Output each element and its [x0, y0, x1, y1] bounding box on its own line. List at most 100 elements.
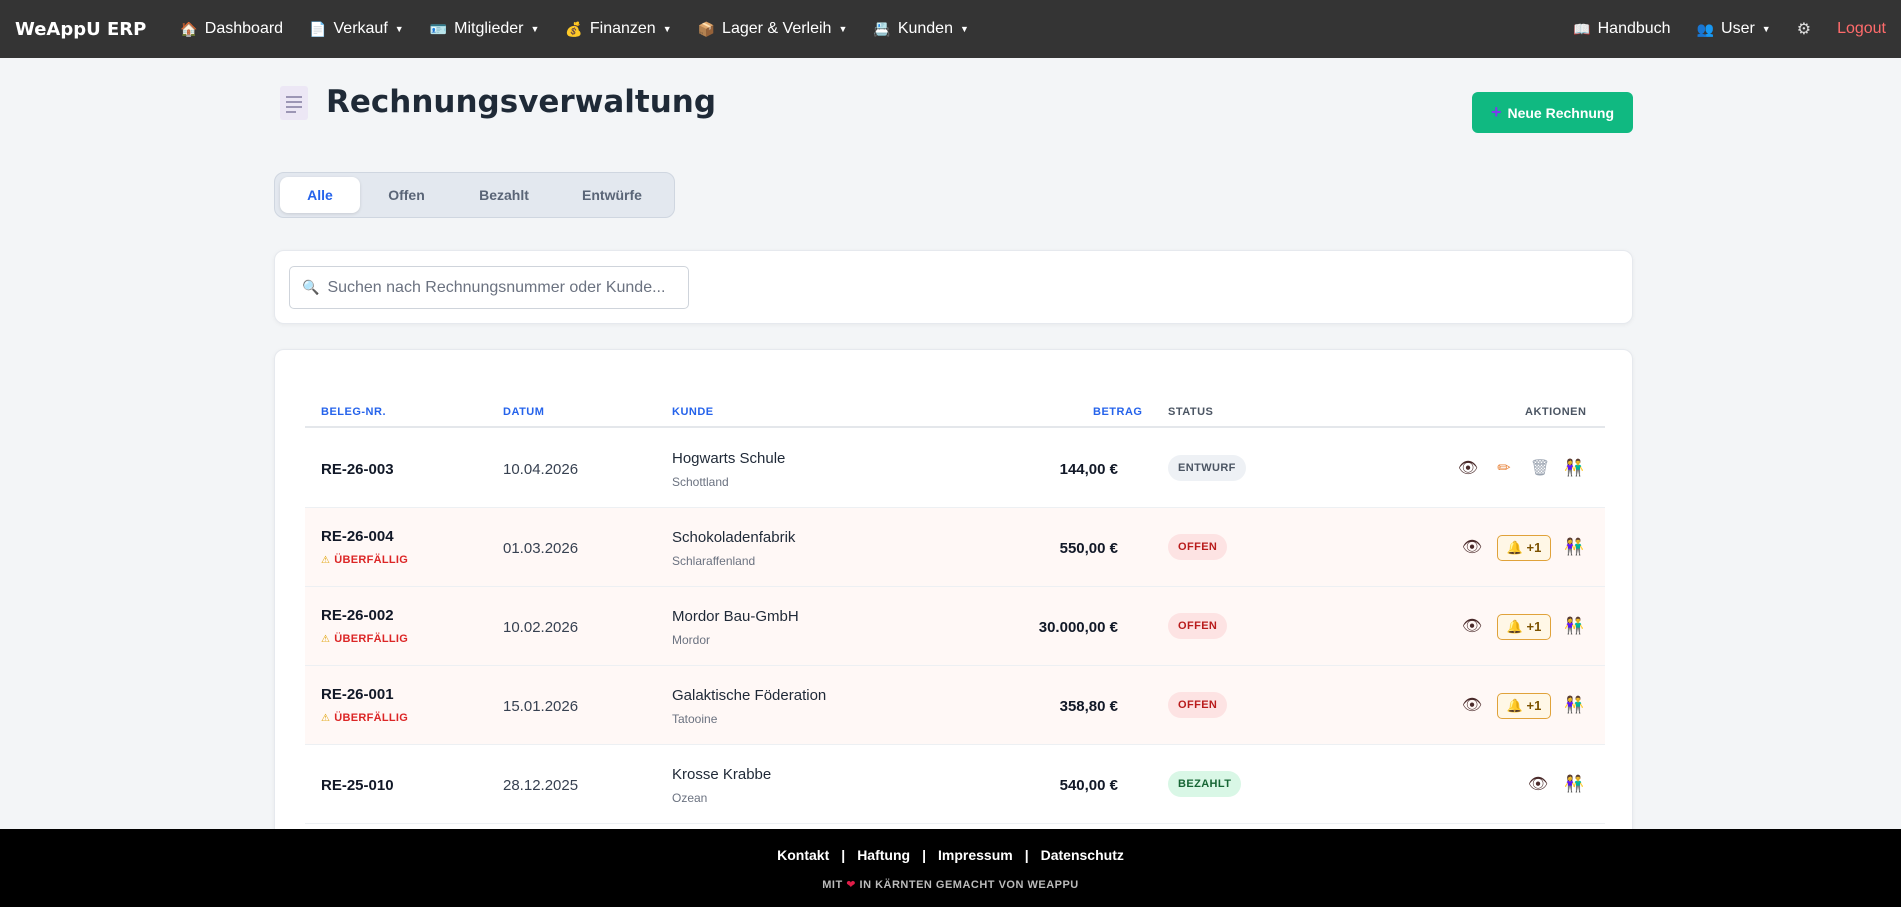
document-icon	[280, 86, 308, 120]
nav-finanzen-label: Finanzen	[589, 20, 656, 37]
house-icon: 🏠	[180, 20, 198, 37]
overdue-label: ÜBERFÄLLIG	[334, 712, 409, 724]
status-badge: BEZAHLT	[1168, 771, 1242, 797]
invoice-number[interactable]: RE-26-004	[321, 528, 394, 545]
heart-icon: ❤	[846, 879, 856, 891]
overdue-warning: ⚠ ÜBERFÄLLIG	[321, 633, 408, 645]
overdue-warning: ⚠ ÜBERFÄLLIG	[321, 554, 408, 566]
money-bag-icon: 💰	[565, 20, 583, 37]
table-row[interactable]: RE-26-003 10.04.2026 Hogwarts Schule Sch…	[305, 429, 1605, 508]
view-eye-icon[interactable]: 👁	[1461, 694, 1483, 716]
nav-handbuch[interactable]: 📖 Handbuch	[1573, 20, 1670, 38]
nav-lager-label: Lager & Verleih	[722, 20, 832, 37]
footer-link-impressum[interactable]: Impressum	[938, 847, 1013, 863]
status-badge: OFFEN	[1168, 692, 1228, 718]
book-icon: 📖	[1573, 20, 1591, 37]
tab-bezahlt[interactable]: Bezahlt	[453, 177, 555, 213]
overdue-warning: ⚠ ÜBERFÄLLIG	[321, 712, 408, 724]
caret-down-icon: ▼	[838, 24, 848, 34]
invoice-date: 28.12.2025	[503, 777, 579, 794]
view-eye-icon[interactable]: 👁	[1461, 536, 1483, 558]
invoice-number[interactable]: RE-26-003	[321, 461, 394, 478]
edit-pencil-icon[interactable]: ✏	[1493, 457, 1515, 479]
nav-finanzen[interactable]: 💰 Finanzen ▼	[565, 20, 671, 38]
table-row[interactable]: RE-26-001 ⚠ ÜBERFÄLLIG 15.01.2026 Galakti…	[305, 666, 1605, 745]
people-icon[interactable]: 👫	[1563, 694, 1585, 716]
reminder-button[interactable]: 🔔 +1	[1497, 693, 1551, 719]
nav-handbuch-label: Handbuch	[1597, 20, 1671, 37]
view-eye-icon[interactable]: 👁	[1461, 615, 1483, 637]
customer-name: Krosse Krabbe	[672, 766, 772, 783]
reminder-button[interactable]: 🔔 +1	[1497, 614, 1551, 640]
people-icon[interactable]: 👫	[1563, 536, 1585, 558]
nav-user-label: User	[1721, 20, 1755, 37]
search-input[interactable]	[327, 278, 668, 297]
col-betrag[interactable]: BETRAG	[1093, 406, 1142, 418]
status-badge: ENTWURF	[1168, 455, 1246, 481]
table-row[interactable]: RE-26-004 ⚠ ÜBERFÄLLIG 01.03.2026 Schokol…	[305, 508, 1605, 587]
invoice-date: 10.04.2026	[503, 461, 579, 478]
brand-logo[interactable]: WeAppU ERP	[15, 19, 146, 40]
col-beleg-nr[interactable]: BELEG-NR.	[321, 406, 386, 418]
tab-offen[interactable]: Offen	[360, 177, 453, 213]
footer: Kontakt | Haftung | Impressum | Datensch…	[0, 829, 1901, 907]
overdue-label: ÜBERFÄLLIG	[334, 633, 409, 645]
people-icon[interactable]: 👫	[1563, 457, 1585, 479]
delete-trash-icon[interactable]: 🗑	[1529, 457, 1551, 479]
view-eye-icon[interactable]: 👁	[1527, 773, 1549, 795]
invoice-date: 10.02.2026	[503, 619, 579, 636]
col-datum[interactable]: DATUM	[503, 406, 544, 418]
customer-location: Schottland	[672, 475, 729, 489]
nav-mitglieder[interactable]: 🪪 Mitglieder ▼	[430, 20, 540, 38]
nav-mitglieder-label: Mitglieder	[454, 20, 524, 37]
page-title: Rechnungsverwaltung	[326, 84, 717, 120]
customer-name: Schokoladenfabrik	[672, 529, 796, 546]
new-invoice-button[interactable]: + Neue Rechnung	[1472, 92, 1633, 133]
col-status: STATUS	[1168, 406, 1214, 418]
col-kunde[interactable]: KUNDE	[672, 406, 714, 418]
new-invoice-label: Neue Rechnung	[1507, 104, 1615, 121]
search-icon: 🔍	[302, 279, 320, 295]
nav-dashboard[interactable]: 🏠 Dashboard	[180, 20, 283, 38]
caret-down-icon: ▼	[530, 24, 540, 34]
nav-verkauf-label: Verkauf	[333, 20, 388, 37]
nav-kunden-label: Kunden	[897, 20, 953, 37]
customer-name: Hogwarts Schule	[672, 450, 786, 467]
nav-lager-verleih[interactable]: 📦 Lager & Verleih ▼	[698, 20, 848, 38]
status-badge: OFFEN	[1168, 613, 1228, 639]
footer-link-datenschutz[interactable]: Datenschutz	[1041, 847, 1124, 863]
invoice-number[interactable]: RE-25-010	[321, 777, 394, 794]
nav-user[interactable]: 👥 User ▼	[1697, 20, 1771, 38]
customer-name: Mordor Bau-GmbH	[672, 608, 799, 625]
table-row[interactable]: RE-26-002 ⚠ ÜBERFÄLLIG 10.02.2026 Mordor …	[305, 587, 1605, 666]
footer-made-prefix: MIT	[822, 879, 843, 891]
customer-location: Ozean	[672, 791, 708, 805]
gear-icon: ⚙	[1796, 21, 1812, 38]
table-row[interactable]: RE-25-010 28.12.2025 Krosse Krabbe Ozean…	[305, 745, 1605, 824]
tab-alle[interactable]: Alle	[280, 177, 360, 213]
top-navbar: WeAppU ERP 🏠 Dashboard 📄 Verkauf ▼ 🪪 Mit…	[0, 0, 1901, 58]
footer-link-kontakt[interactable]: Kontakt	[777, 847, 829, 863]
invoice-number[interactable]: RE-26-001	[321, 686, 394, 703]
col-aktionen: AKTIONEN	[1525, 406, 1587, 418]
nav-verkauf[interactable]: 📄 Verkauf ▼	[309, 20, 404, 38]
people-icon[interactable]: 👫	[1563, 615, 1585, 637]
caret-down-icon: ▼	[394, 24, 404, 34]
people-icon[interactable]: 👫	[1563, 773, 1585, 795]
footer-link-haftung[interactable]: Haftung	[857, 847, 910, 863]
nav-kunden[interactable]: 📇 Kunden ▼	[873, 20, 969, 38]
view-eye-icon[interactable]: 👁	[1457, 457, 1479, 479]
customer-name: Galaktische Föderation	[672, 687, 827, 704]
logout-link[interactable]: Logout	[1837, 20, 1886, 38]
reminder-button[interactable]: 🔔 +1	[1497, 535, 1551, 561]
settings-button[interactable]: ⚙	[1797, 19, 1811, 39]
customer-location: Mordor	[672, 633, 711, 647]
tab-entwuerfe[interactable]: Entwürfe	[555, 177, 669, 213]
invoice-date: 01.03.2026	[503, 540, 579, 557]
invoice-number[interactable]: RE-26-002	[321, 607, 394, 624]
status-badge: OFFEN	[1168, 534, 1228, 560]
id-card-icon: 🪪	[429, 20, 448, 37]
warning-icon: ⚠	[321, 555, 331, 566]
caret-down-icon: ▼	[959, 24, 969, 34]
package-icon: 📦	[697, 20, 716, 37]
